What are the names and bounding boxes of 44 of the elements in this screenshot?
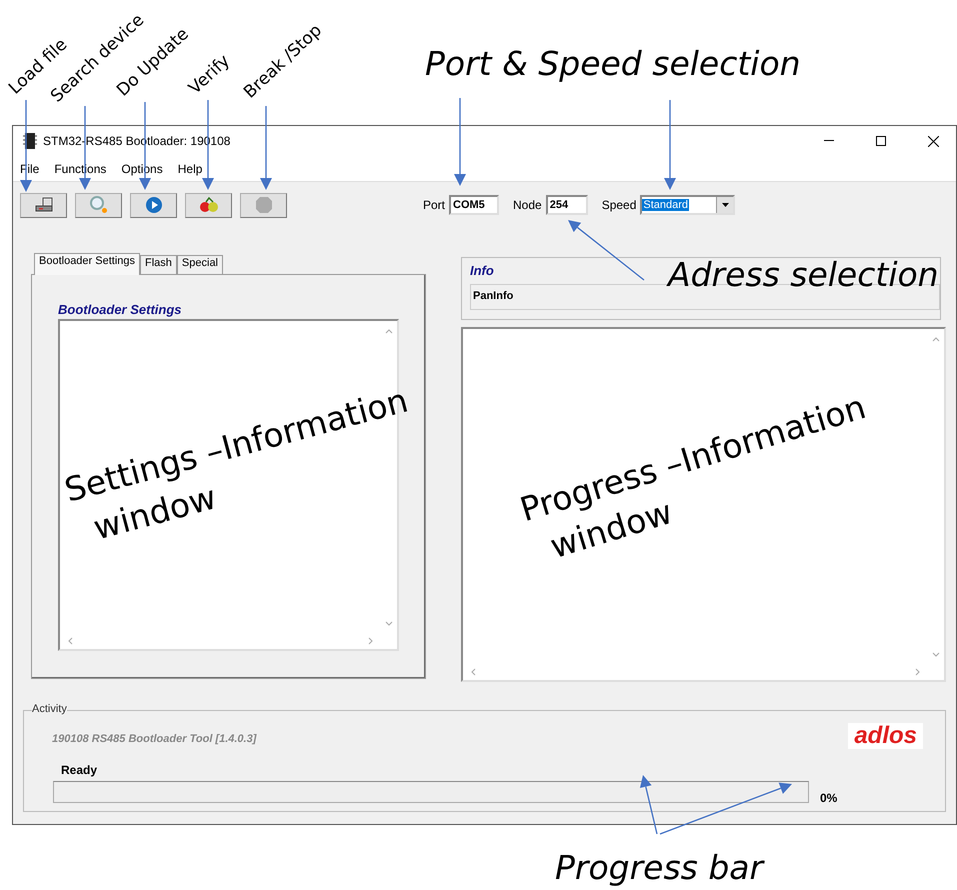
annotation-label: Progress bar (555, 848, 764, 888)
info-heading: Info (470, 263, 494, 278)
version-text: 190108 RS485 Bootloader Tool [1.4.0.3] (52, 733, 256, 745)
speed-dropdown[interactable]: Standard (640, 195, 736, 215)
tab[interactable]: Flash (140, 255, 177, 274)
port-field[interactable]: COM5 (449, 195, 500, 215)
port-label: Port (423, 198, 446, 212)
toolbar-button[interactable] (185, 192, 232, 218)
search-icon (88, 195, 108, 215)
menu-item[interactable]: Help (178, 162, 202, 176)
scroll-down-icon[interactable] (385, 619, 393, 627)
arrow (640, 775, 658, 834)
scroll-down-icon[interactable] (932, 650, 940, 658)
tab[interactable]: Special (176, 255, 223, 274)
stop-icon (254, 196, 272, 214)
maximize-icon[interactable] (876, 136, 886, 146)
caret-icon (722, 203, 729, 207)
scroll-right-icon[interactable] (367, 637, 375, 645)
annotation-label: Port & Speed selection (425, 44, 801, 84)
fruit-icon (198, 196, 220, 214)
play-icon (144, 196, 162, 214)
scroll-up-icon[interactable] (932, 335, 940, 343)
progress-text-area[interactable] (461, 327, 946, 682)
minimize-icon[interactable] (824, 140, 834, 142)
scroll-left-icon[interactable] (469, 668, 477, 676)
chip-icon (23, 132, 37, 150)
node-label: Node (513, 198, 542, 212)
settings-heading: Bootloader Settings (58, 302, 182, 317)
logo: adlos (848, 723, 923, 749)
toolbar-button[interactable] (130, 192, 177, 218)
toolbar-button[interactable] (20, 192, 67, 218)
group-legend: Activity (32, 703, 67, 715)
toolbar-button[interactable] (75, 192, 122, 218)
scroll-left-icon[interactable] (66, 637, 74, 645)
status-text: Ready (61, 763, 98, 777)
progress-percent: 0% (820, 791, 838, 805)
toolbar-button[interactable] (240, 192, 287, 218)
close-icon[interactable] (928, 136, 938, 146)
computer-icon (34, 197, 54, 213)
scroll-up-icon[interactable] (385, 327, 393, 335)
node-field[interactable]: 254 (546, 195, 588, 215)
tab[interactable]: Bootloader Settings (34, 253, 140, 275)
scroll-right-icon[interactable] (914, 668, 922, 676)
speed-label: Speed (602, 198, 636, 212)
